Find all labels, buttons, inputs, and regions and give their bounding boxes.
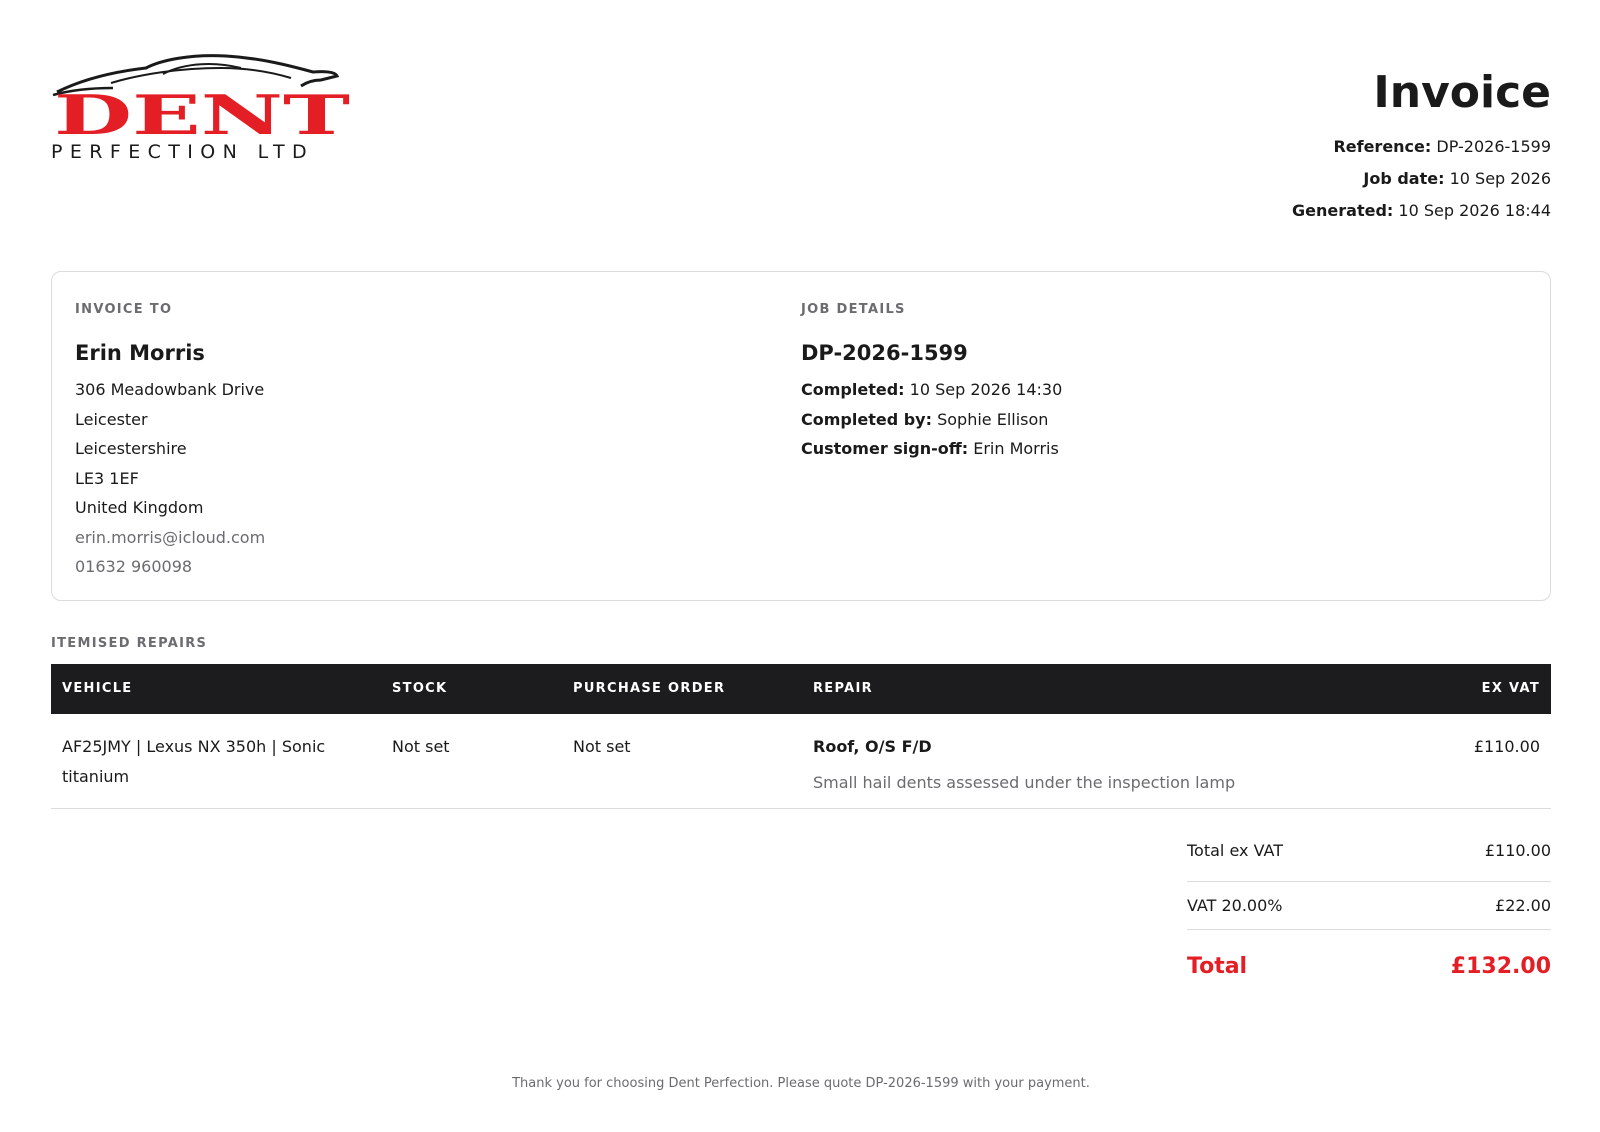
signoff-value: Erin Morris [973, 439, 1059, 458]
grand-total-label: Total [1187, 954, 1248, 979]
job-details-section: JOB DETAILS DP-2026-1599 Completed: 10 S… [801, 302, 1062, 464]
completed-by-value: Sophie Ellison [937, 409, 1049, 429]
table-row: AF25JMY | Lexus NX 350h | Sonic titanium… [51, 714, 1551, 809]
repair-title: Roof, O/S F/D [813, 737, 932, 756]
job-date-label: Job date: [1363, 169, 1445, 188]
stock-cell: Not set [392, 737, 450, 756]
completed-by-label: Completed by: [801, 409, 932, 429]
vehicle-line: AF25JMY | Lexus NX 350h | Sonic [62, 737, 326, 756]
completed-line: Completed: 10 Sep 2026 14:30 [801, 375, 1062, 405]
grand-total-value: £132.00 [1450, 954, 1551, 979]
invoice-page: DENT PERFECTION LTD Invoice Reference: D… [51, 0, 1551, 1132]
invoice-header: Invoice Reference: DP-2026-1599 Job date… [1292, 66, 1551, 227]
customer-email[interactable]: erin.morris@icloud.com [75, 523, 265, 553]
car-silhouette-logo: DENT [52, 54, 350, 135]
address-line: United Kingdom [75, 498, 204, 517]
repairs-table: VEHICLE STOCK PURCHASE ORDER REPAIR EX V… [51, 664, 1551, 809]
reference-label: Reference: [1333, 137, 1432, 156]
address-line: 306 Meadowbank Drive [75, 380, 265, 399]
reference-line: Reference: DP-2026-1599 [1292, 131, 1551, 163]
customer-name: Erin Morris [75, 341, 205, 365]
vehicle-cell: AF25JMY | Lexus NX 350h | Sonic titanium [62, 732, 362, 792]
vehicle-line: titanium [62, 767, 130, 786]
customer-phone: 01632 960098 [75, 557, 193, 576]
column-header-ex-vat: EX VAT [1481, 681, 1540, 696]
generated-line: Generated: 10 Sep 2026 18:44 [1292, 195, 1551, 227]
itemised-repairs-label: ITEMISED REPAIRS [51, 636, 208, 651]
column-header-stock: STOCK [392, 681, 448, 696]
generated-value: 10 Sep 2026 18:44 [1398, 201, 1551, 220]
completed-by-line: Completed by: Sophie Ellison [801, 405, 1062, 435]
ex-vat-cell: £110.00 [1473, 737, 1540, 756]
purchase-order-cell: Not set [573, 737, 631, 756]
table-header: VEHICLE STOCK PURCHASE ORDER REPAIR EX V… [51, 664, 1551, 714]
column-header-repair: REPAIR [813, 681, 873, 696]
repair-description: Small hail dents assessed under the insp… [813, 773, 1236, 792]
reference-value: DP-2026-1599 [1436, 137, 1551, 156]
vat-row: VAT 20.00% £22.00 [1187, 882, 1551, 930]
logo-word: DENT [54, 83, 350, 135]
footer-note: Thank you for choosing Dent Perfection. … [512, 1076, 1090, 1091]
column-header-vehicle: VEHICLE [62, 681, 133, 696]
invoice-to-label: INVOICE TO [75, 302, 173, 317]
job-reference: DP-2026-1599 [801, 341, 968, 365]
total-ex-vat-value: £110.00 [1484, 841, 1551, 860]
total-ex-vat-row: Total ex VAT £110.00 [1187, 838, 1551, 882]
total-ex-vat-label: Total ex VAT [1187, 841, 1283, 860]
job-details-label: JOB DETAILS [801, 302, 906, 317]
vat-label: VAT 20.00% [1187, 896, 1283, 915]
page-title: Invoice [1373, 67, 1551, 118]
job-date-line: Job date: 10 Sep 2026 [1292, 163, 1551, 195]
completed-label: Completed: [801, 380, 905, 399]
address-line: LE3 1EF [75, 468, 139, 488]
generated-label: Generated: [1292, 201, 1394, 220]
invoice-to-section: INVOICE TO Erin Morris 306 Meadowbank Dr… [75, 302, 265, 582]
company-logo: DENT PERFECTION LTD [51, 50, 353, 165]
vat-value: £22.00 [1495, 896, 1551, 915]
signoff-line: Customer sign-off: Erin Morris [801, 434, 1062, 464]
grand-total-row: Total £132.00 [1187, 952, 1551, 982]
completed-value: 10 Sep 2026 14:30 [909, 380, 1063, 399]
totals-section: Total ex VAT £110.00 VAT 20.00% £22.00 T… [1187, 838, 1551, 982]
job-date-value: 10 Sep 2026 [1449, 169, 1551, 188]
customer-job-card: INVOICE TO Erin Morris 306 Meadowbank Dr… [51, 271, 1551, 601]
column-header-purchase-order: PURCHASE ORDER [573, 681, 726, 696]
address-line: Leicestershire [75, 439, 187, 458]
logo-tagline: PERFECTION LTD [51, 141, 315, 163]
signoff-label: Customer sign-off: [801, 439, 969, 458]
address-line: Leicester [75, 409, 148, 429]
